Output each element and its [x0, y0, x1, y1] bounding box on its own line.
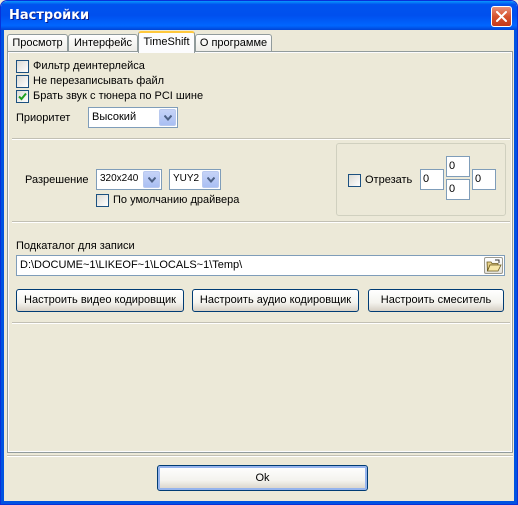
- chevron-down-icon: [164, 115, 172, 121]
- crop-left-input[interactable]: 0: [420, 169, 444, 190]
- format-dropdown-button[interactable]: [202, 171, 219, 188]
- resolution-label: Разрешение: [25, 174, 89, 186]
- tab-interface[interactable]: Интерфейс: [68, 34, 138, 52]
- priority-label: Приоритет: [16, 112, 71, 124]
- open-folder-icon: [486, 259, 502, 272]
- resolution-dropdown-button[interactable]: [143, 171, 160, 188]
- tab-view[interactable]: Просмотр: [7, 34, 68, 52]
- panel-body: Фильтр деинтерлейса Не перезаписывать фа…: [9, 53, 511, 451]
- deinterlace-checkbox[interactable]: [16, 59, 29, 73]
- ok-button[interactable]: Ok: [157, 465, 368, 491]
- crop-left-value: 0: [423, 173, 430, 185]
- priority-select[interactable]: Высокий: [88, 107, 178, 128]
- record-path-input[interactable]: D:\DOCUME~1\LIKEOF~1\LOCALS~1\Temp\: [16, 255, 505, 276]
- window-frame-left: [1, 30, 4, 504]
- driver-default-checkbox[interactable]: [96, 193, 109, 207]
- browse-folder-button[interactable]: [484, 257, 503, 274]
- resolution-select[interactable]: 320x240: [96, 169, 162, 190]
- configure-video-encoder-button[interactable]: Настроить видео кодировщик: [16, 289, 184, 312]
- timeshift-panel: Фильтр деинтерлейса Не перезаписывать фа…: [7, 51, 513, 453]
- driver-default-label: По умолчанию драйвера: [113, 194, 240, 206]
- no-overwrite-label: Не перезаписывать файл: [33, 75, 165, 87]
- subfolder-label: Подкаталог для записи: [16, 240, 135, 252]
- no-overwrite-checkbox-row[interactable]: Не перезаписывать файл: [16, 74, 164, 88]
- settings-window: Настройки Просмотр Интерфейс TimeShift О…: [0, 0, 518, 505]
- crop-checkbox[interactable]: [348, 173, 361, 187]
- driver-default-checkbox-row[interactable]: По умолчанию драйвера: [96, 193, 239, 207]
- crop-top-value: 0: [449, 160, 456, 172]
- crop-bottom-value: 0: [449, 183, 456, 195]
- section-divider: [12, 221, 510, 223]
- priority-value: Высокий: [92, 111, 137, 123]
- crop-label: Отрезать: [365, 174, 413, 186]
- crop-bottom-input[interactable]: 0: [446, 179, 470, 200]
- format-select[interactable]: YUY2: [169, 169, 221, 190]
- close-button[interactable]: [491, 6, 512, 27]
- section-divider: [12, 138, 510, 140]
- no-overwrite-checkbox[interactable]: [16, 74, 29, 88]
- window-frame-right: [514, 30, 517, 504]
- pci-audio-label: Брать звук с тюнера по PCI шине: [33, 90, 204, 102]
- crop-right-input[interactable]: 0: [472, 169, 496, 190]
- close-icon: [496, 11, 507, 22]
- tab-about[interactable]: О программе: [195, 34, 272, 52]
- window-frame-bottom: [1, 501, 517, 504]
- configure-mixer-button[interactable]: Настроить смеситель: [368, 289, 504, 312]
- chevron-down-icon: [148, 177, 156, 183]
- priority-dropdown-button[interactable]: [159, 109, 176, 126]
- record-path-value: D:\DOCUME~1\LIKEOF~1\LOCALS~1\Temp\: [20, 259, 243, 271]
- crop-top-input[interactable]: 0: [446, 156, 470, 177]
- crop-checkbox-row[interactable]: Отрезать: [348, 173, 412, 187]
- window-title: Настройки: [9, 8, 90, 23]
- crop-right-value: 0: [475, 173, 482, 185]
- checkmark-icon: [18, 92, 27, 100]
- pci-audio-checkbox-row[interactable]: Брать звук с тюнера по PCI шине: [16, 89, 203, 103]
- resolution-value: 320x240: [100, 173, 139, 184]
- footer-divider: [7, 455, 513, 457]
- deinterlace-label: Фильтр деинтерлейса: [33, 60, 145, 72]
- pci-audio-checkbox[interactable]: [16, 89, 29, 103]
- section-divider: [12, 322, 510, 324]
- configure-audio-encoder-button[interactable]: Настроить аудио кодировщик: [192, 289, 359, 312]
- title-bar[interactable]: Настройки: [1, 1, 517, 30]
- tab-timeshift[interactable]: TimeShift: [138, 31, 195, 53]
- deinterlace-checkbox-row[interactable]: Фильтр деинтерлейса: [16, 59, 145, 73]
- chevron-down-icon: [207, 177, 215, 183]
- format-value: YUY2: [173, 173, 200, 184]
